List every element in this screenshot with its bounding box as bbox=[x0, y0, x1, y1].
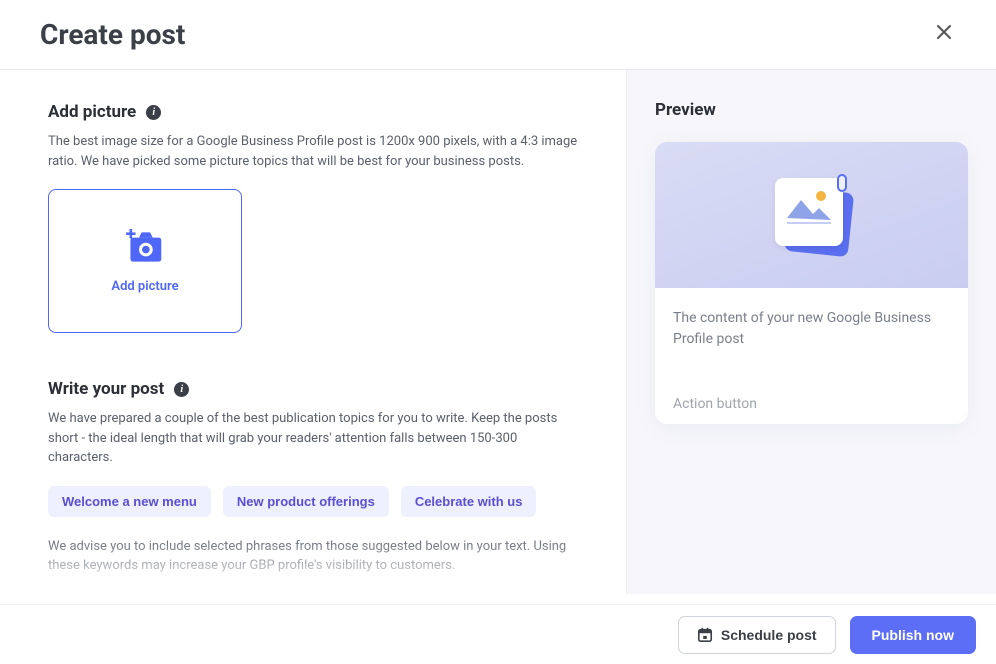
preview-content-placeholder: The content of your new Google Business … bbox=[673, 308, 950, 388]
camera-plus-icon bbox=[123, 229, 167, 265]
calendar-icon bbox=[697, 627, 713, 643]
page-title: Create post bbox=[40, 18, 185, 51]
keyword-advice-text: We advise you to include selected phrase… bbox=[48, 537, 578, 576]
keyword-chip[interactable]: Great pizza bbox=[152, 594, 242, 595]
topic-chip-row: Welcome a new menu New product offerings… bbox=[48, 486, 578, 517]
topic-chip[interactable]: New product offerings bbox=[223, 486, 389, 517]
close-icon bbox=[936, 24, 952, 40]
paperclip-icon bbox=[837, 174, 847, 192]
preview-card: The content of your new Google Business … bbox=[655, 142, 968, 424]
schedule-post-button[interactable]: Schedule post bbox=[678, 616, 836, 654]
write-post-description: We have prepared a couple of the best pu… bbox=[48, 409, 578, 468]
preview-action-placeholder: Action button bbox=[673, 388, 950, 412]
publish-now-button[interactable]: Publish now bbox=[850, 616, 976, 654]
write-post-heading-row: Write your post i bbox=[48, 379, 578, 399]
form-panel: Add picture i The best image size for a … bbox=[0, 70, 626, 594]
info-icon[interactable]: i bbox=[146, 105, 161, 120]
add-picture-heading-row: Add picture i bbox=[48, 102, 578, 122]
write-post-title: Write your post bbox=[48, 379, 164, 399]
schedule-post-label: Schedule post bbox=[721, 627, 817, 643]
preview-image-area bbox=[655, 142, 968, 288]
keyword-chip[interactable]: Highly recomend bbox=[254, 594, 376, 595]
add-picture-button[interactable]: Add picture bbox=[48, 189, 242, 333]
topic-chip[interactable]: Welcome a new menu bbox=[48, 486, 211, 517]
preview-panel: Preview The conten bbox=[626, 70, 996, 594]
keyword-chip[interactable]: italian pizza bbox=[48, 594, 140, 595]
image-placeholder-icon bbox=[775, 178, 849, 252]
info-icon[interactable]: i bbox=[174, 382, 189, 397]
close-button[interactable] bbox=[932, 19, 956, 50]
modal-header: Create post bbox=[0, 0, 996, 70]
keyword-chip-row: italian pizza Great pizza Highly recomen… bbox=[48, 594, 578, 595]
preview-title: Preview bbox=[655, 100, 968, 120]
modal-footer: Schedule post Publish now bbox=[0, 604, 996, 664]
preview-text-area: The content of your new Google Business … bbox=[655, 288, 968, 424]
add-picture-description: The best image size for a Google Busines… bbox=[48, 132, 578, 171]
add-picture-title: Add picture bbox=[48, 102, 136, 122]
modal-body: Add picture i The best image size for a … bbox=[0, 70, 996, 594]
add-picture-label: Add picture bbox=[111, 279, 178, 294]
topic-chip[interactable]: Celebrate with us bbox=[401, 486, 537, 517]
